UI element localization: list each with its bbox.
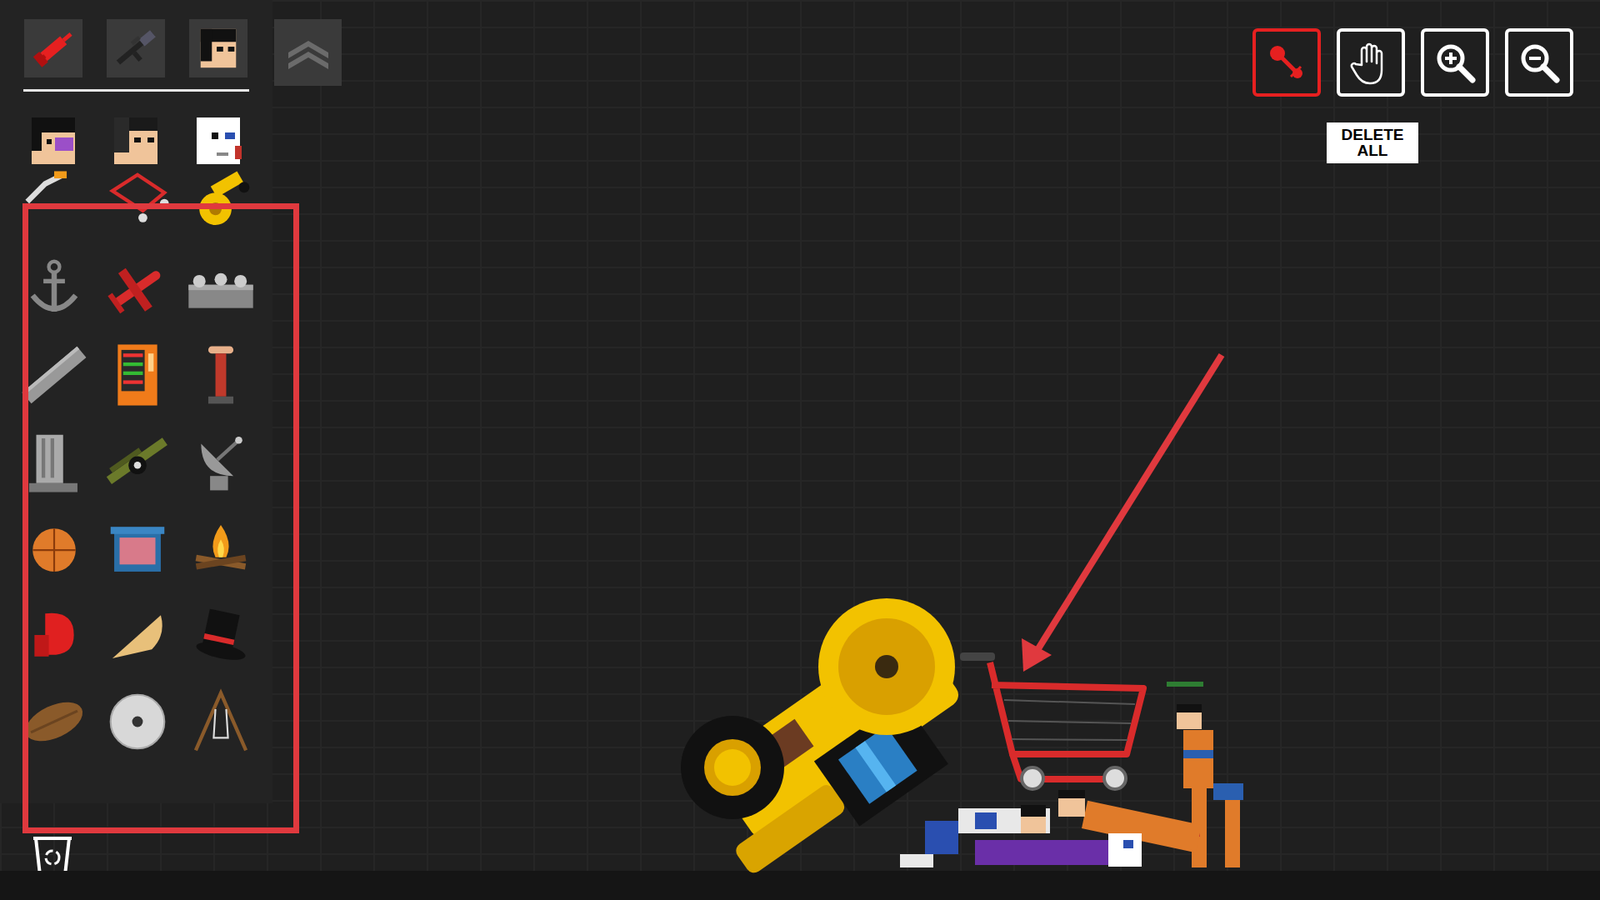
character-icon [109,114,163,168]
spawn-item[interactable] [95,591,180,679]
spawn-item[interactable] [179,678,263,765]
spawn-item[interactable] [95,505,180,592]
campfire-icon [185,512,257,585]
disc-icon [101,685,174,758]
spawn-item[interactable] [179,591,263,679]
crane-icon [18,165,90,238]
category-tab[interactable] [24,19,83,78]
box-icon [101,512,174,585]
satellite-dish-icon [185,425,257,498]
spawn-item[interactable] [179,331,263,419]
character-button[interactable] [24,111,83,170]
saw-icon [185,165,257,238]
floor [0,870,1600,900]
conveyor-icon [185,252,257,325]
spawn-item[interactable] [179,418,263,505]
boxing-glove-icon [18,599,90,671]
character-button[interactable] [189,111,248,170]
category-tabs [24,19,273,78]
zoom-in-icon [1432,40,1478,85]
tooltip: DELETE ALL [1326,122,1419,164]
app: DELETE ALL [0,0,1600,879]
ragdolls[interactable] [900,681,1244,868]
character-button[interactable] [106,111,165,170]
item-grid [12,158,273,765]
pillar-icon [18,425,90,498]
spawn-item[interactable] [95,678,180,765]
collapse-button[interactable] [274,19,342,86]
tesla-coil-icon [185,339,257,411]
rifle-icon [111,24,160,73]
shopping-cart[interactable] [990,662,1144,790]
mask-icon [191,114,245,168]
spawn-item[interactable] [95,158,180,245]
plane-icon [101,252,174,325]
character-row [24,111,273,170]
spawn-item[interactable] [12,331,96,419]
blade-icon [18,339,90,411]
character-icon [194,24,243,73]
spawn-item[interactable] [179,505,263,592]
sidebar [0,0,273,879]
spawn-item[interactable] [12,505,96,592]
top-hat-icon [185,599,257,671]
cart-icon [101,165,174,238]
separator [23,89,250,92]
zoom-out-button[interactable] [1505,28,1574,97]
spawn-item[interactable] [179,158,263,245]
spawn-item[interactable] [95,331,180,419]
drag-button[interactable] [1336,28,1405,97]
spawn-item[interactable] [179,245,263,332]
hand-icon [1348,40,1394,85]
vending-machine-icon [101,339,174,411]
spawn-item[interactable] [95,245,180,332]
zoom-in-button[interactable] [1420,28,1490,97]
spawn-item[interactable] [12,418,96,505]
launcher-icon [101,425,174,498]
highlight-box [22,203,300,834]
category-tab[interactable] [106,19,165,78]
item-panel [0,0,273,804]
trash-button[interactable] [0,803,273,879]
anchor-icon [18,252,90,325]
pin-button[interactable] [1252,28,1321,97]
syringe-icon [29,24,78,73]
spawn-item[interactable] [12,245,96,332]
spawn-item[interactable] [12,591,96,679]
pin-icon [1264,40,1310,85]
spawn-item[interactable] [12,158,96,245]
swing-icon [185,685,257,758]
zoom-out-icon [1516,40,1562,85]
chevron-icon [285,35,332,70]
character-icon [26,114,80,168]
spawn-item[interactable] [95,418,180,505]
straw-hat-icon [101,599,174,671]
toolbar [1252,28,1574,97]
tutorial-arrow [1021,355,1222,672]
basketball-icon [18,512,90,585]
canvas[interactable]: DELETE ALL [272,0,1600,879]
spawn-item[interactable] [12,678,96,765]
category-tab[interactable] [189,19,248,78]
vehicle[interactable] [680,598,995,894]
wood-plank-icon [18,685,90,758]
